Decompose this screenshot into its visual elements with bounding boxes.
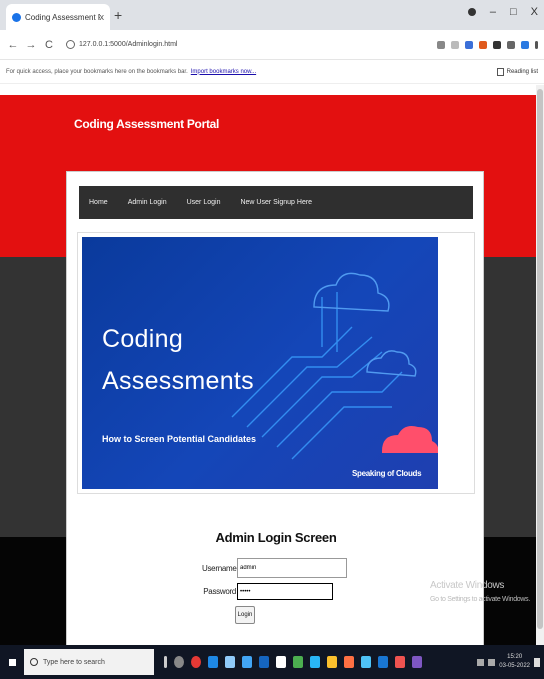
- bookmarks-bar: For quick access, place your bookmarks h…: [0, 60, 544, 84]
- url-input[interactable]: 127.0.0.1:5000/Adminlogin.html: [66, 35, 431, 55]
- nav-home[interactable]: Home: [89, 199, 108, 206]
- notification-icon[interactable]: [534, 657, 540, 667]
- page-viewport: Coding Assessment Portal Home Admin Logi…: [0, 85, 544, 645]
- forward-button[interactable]: →: [24, 39, 38, 51]
- windows-logo-icon: [7, 657, 17, 667]
- extension-blue-icon[interactable]: [521, 40, 529, 49]
- task-view-icon[interactable]: [174, 656, 184, 668]
- word-icon[interactable]: [259, 656, 269, 668]
- opera-icon[interactable]: [191, 656, 201, 668]
- extension-icons: [437, 40, 538, 49]
- password-input[interactable]: [237, 583, 333, 600]
- paint-icon[interactable]: [344, 656, 354, 668]
- activate-windows-watermark: Activate Windows Go to Settings to activ…: [430, 580, 530, 603]
- search-icon: [30, 658, 38, 666]
- nav-admin-login[interactable]: Admin Login: [128, 199, 167, 206]
- url-text: 127.0.0.1:5000/Adminlogin.html: [79, 41, 178, 48]
- password-label: Password: [203, 587, 236, 596]
- clock-time: 15:20: [507, 654, 523, 660]
- extension-shield-icon[interactable]: [465, 40, 473, 49]
- bookmarks-hint: For quick access, place your bookmarks h…: [6, 68, 188, 75]
- circuit-cloud-icon: [231, 272, 438, 460]
- import-bookmarks-link[interactable]: Import bookmarks now...: [191, 69, 256, 75]
- username-input[interactable]: [237, 558, 347, 578]
- edge-icon[interactable]: [208, 656, 218, 668]
- network-icon[interactable]: [477, 658, 485, 666]
- windows-taskbar: Type here to search 15:20 03-05-2022: [0, 645, 544, 679]
- back-button[interactable]: ←: [6, 39, 20, 51]
- nav-user-login[interactable]: User Login: [187, 199, 221, 206]
- system-tray: 15:20 03-05-2022: [477, 653, 544, 671]
- reading-list-icon: [496, 67, 504, 76]
- extension-orange-icon[interactable]: [479, 40, 487, 49]
- notepad-icon[interactable]: [276, 656, 286, 668]
- activate-subtitle: Go to Settings to activate Windows.: [430, 596, 530, 603]
- clock[interactable]: 15:20 03-05-2022: [499, 653, 530, 671]
- reading-mode-icon[interactable]: [507, 40, 515, 49]
- portal-title: Coding Assessment Portal: [74, 117, 220, 131]
- maximize-button[interactable]: □: [510, 6, 517, 18]
- info-icon[interactable]: [66, 40, 75, 49]
- share-icon[interactable]: [437, 40, 445, 49]
- menu-icon[interactable]: [535, 40, 538, 49]
- reading-list-label: Reading list: [506, 68, 538, 75]
- banner-frame: Coding Assessments How to Screen Potenti…: [77, 232, 475, 494]
- browser-tabbar: Coding Assessment Portal x + – □ X: [0, 0, 544, 30]
- mail-icon[interactable]: [242, 656, 252, 668]
- search-placeholder: Type here to search: [43, 658, 105, 666]
- banner-heading-line1: Coding: [102, 325, 184, 353]
- start-button[interactable]: [0, 645, 24, 679]
- tab-title: Coding Assessment Portal: [25, 12, 100, 22]
- star-icon[interactable]: [451, 40, 459, 49]
- page-scrollbar[interactable]: [536, 85, 544, 645]
- banner-brand: Speaking of Clouds: [352, 469, 422, 478]
- mic-icon[interactable]: [164, 656, 167, 668]
- profile-icon[interactable]: [467, 8, 476, 16]
- content-card: Home Admin Login User Login New User Sig…: [66, 171, 484, 645]
- chrome-icon[interactable]: [395, 656, 405, 668]
- browser-tab[interactable]: Coding Assessment Portal x: [6, 4, 110, 30]
- site-navbar: Home Admin Login User Login New User Sig…: [79, 186, 473, 219]
- volume-icon[interactable]: [488, 658, 496, 666]
- teams-icon[interactable]: [378, 656, 388, 668]
- address-bar: ← → C 127.0.0.1:5000/Adminlogin.html: [0, 30, 544, 60]
- vscode-icon[interactable]: [412, 656, 422, 668]
- excel-icon[interactable]: [293, 656, 303, 668]
- globe-icon: [12, 12, 21, 22]
- explorer-icon[interactable]: [327, 656, 337, 668]
- window-controls: – □ X: [467, 6, 538, 18]
- reload-button[interactable]: C: [42, 39, 56, 51]
- settings-icon[interactable]: [361, 656, 371, 668]
- clock-date: 03-05-2022: [499, 663, 530, 669]
- new-tab-button[interactable]: +: [114, 7, 122, 23]
- login-button[interactable]: Login: [235, 606, 255, 624]
- reading-list-button[interactable]: Reading list: [496, 67, 538, 76]
- extension-dark-icon[interactable]: [493, 40, 501, 49]
- banner-heading-line2: Assessments: [102, 367, 254, 395]
- minimize-button[interactable]: –: [490, 6, 496, 18]
- login-title: Admin Login Screen: [215, 530, 337, 545]
- taskbar-search[interactable]: Type here to search: [24, 649, 154, 675]
- taskbar-apps: [164, 656, 422, 668]
- password-row: Password: [202, 583, 333, 600]
- close-window-button[interactable]: X: [531, 6, 538, 18]
- tab-close-icon[interactable]: x: [100, 12, 105, 22]
- username-label: Username: [202, 563, 237, 573]
- banner-subtitle: How to Screen Potential Candidates: [102, 434, 257, 444]
- photos-icon[interactable]: [310, 656, 320, 668]
- scrollbar-thumb[interactable]: [537, 89, 543, 629]
- username-row: Username: [202, 558, 347, 578]
- store-icon[interactable]: [225, 656, 235, 668]
- nav-new-user-signup[interactable]: New User Signup Here: [240, 199, 312, 206]
- banner-image: Coding Assessments How to Screen Potenti…: [82, 237, 438, 489]
- activate-title: Activate Windows: [430, 580, 505, 591]
